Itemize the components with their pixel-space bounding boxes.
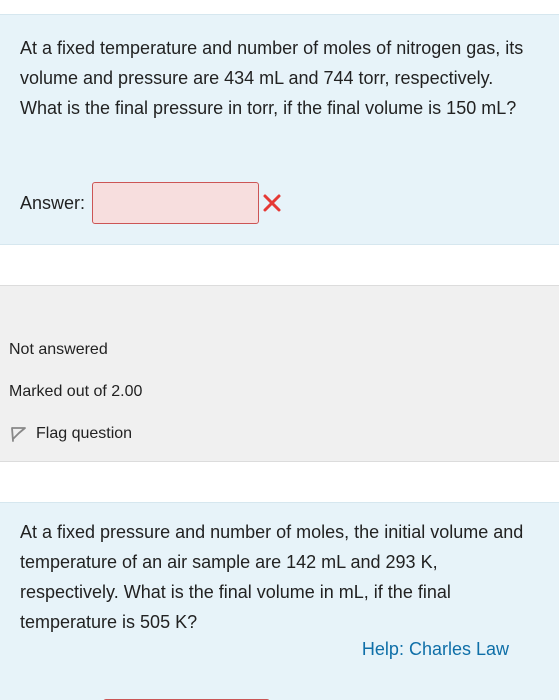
flag-icon — [10, 425, 28, 443]
quiz-page: At a fixed temperature and number of mol… — [0, 0, 559, 700]
question-state: Not answered — [9, 341, 108, 358]
answer-label: Answer: — [20, 192, 86, 213]
answer-row: Answer: — [20, 181, 283, 225]
question-2-text: At a fixed pressure and number of moles,… — [20, 522, 524, 632]
cross-icon — [261, 192, 283, 214]
flag-question-button[interactable]: Flag question — [10, 425, 132, 443]
answer-input[interactable] — [92, 182, 260, 224]
question-1-card: At a fixed temperature and number of mol… — [0, 14, 559, 245]
question-info-panel: Not answered Marked out of 2.00 Flag que… — [0, 285, 559, 462]
help-charles-law-link[interactable]: Help: Charles Law — [362, 639, 509, 660]
question-1-text: At a fixed temperature and number of mol… — [20, 38, 524, 118]
flag-question-label: Flag question — [36, 425, 133, 442]
question-2-card: At a fixed pressure and number of moles,… — [0, 502, 559, 700]
question-grade: Marked out of 2.00 — [9, 383, 143, 400]
